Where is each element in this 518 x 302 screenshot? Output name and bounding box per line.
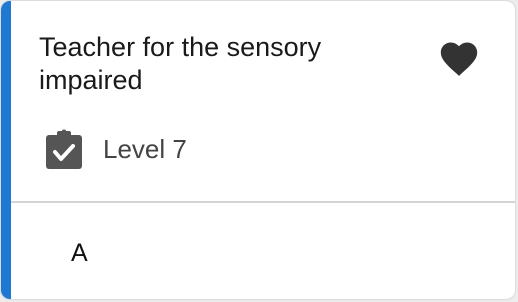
level-row: Level 7 [45,127,187,171]
level-label: Level 7 [103,133,187,164]
footer-text: A [71,239,88,267]
heart-icon [440,42,478,76]
card-title: Teacher for the sensory impaired [39,32,322,95]
favorite-button[interactable] [433,33,485,81]
occupation-card[interactable]: Teacher for the sensory impaired Level 7… [0,0,516,300]
clipboard-check-icon [45,128,83,170]
divider [11,201,515,203]
accent-bar [1,1,11,299]
